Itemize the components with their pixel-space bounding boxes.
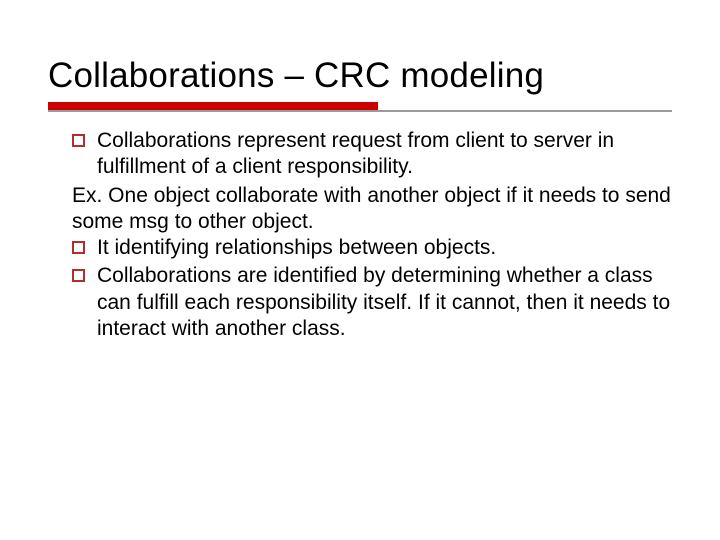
- slide-body: Collaborations represent request from cl…: [48, 128, 672, 342]
- list-item: Ex. One object collaborate with another …: [48, 183, 672, 236]
- bullet-square-icon: [72, 269, 85, 282]
- title-rule: [48, 102, 672, 114]
- slide: Collaborations – CRC modeling Collaborat…: [0, 0, 720, 540]
- bullet-square-icon: [72, 134, 85, 147]
- list-item-text: Collaborations represent request from cl…: [97, 128, 672, 181]
- bullet-square-icon: [72, 241, 85, 254]
- list-item-text: Ex. One object collaborate with another …: [72, 184, 671, 233]
- list-item: Collaborations represent request from cl…: [48, 128, 672, 181]
- title-rule-grey: [48, 110, 672, 112]
- list-item: Collaborations are identified by determi…: [48, 263, 672, 342]
- list-item: It identifying relationships between obj…: [48, 235, 672, 261]
- list-item-text: Collaborations are identified by determi…: [97, 263, 672, 342]
- title-rule-red: [48, 102, 378, 110]
- slide-title: Collaborations – CRC modeling: [48, 56, 672, 96]
- list-item-text: It identifying relationships between obj…: [97, 235, 672, 261]
